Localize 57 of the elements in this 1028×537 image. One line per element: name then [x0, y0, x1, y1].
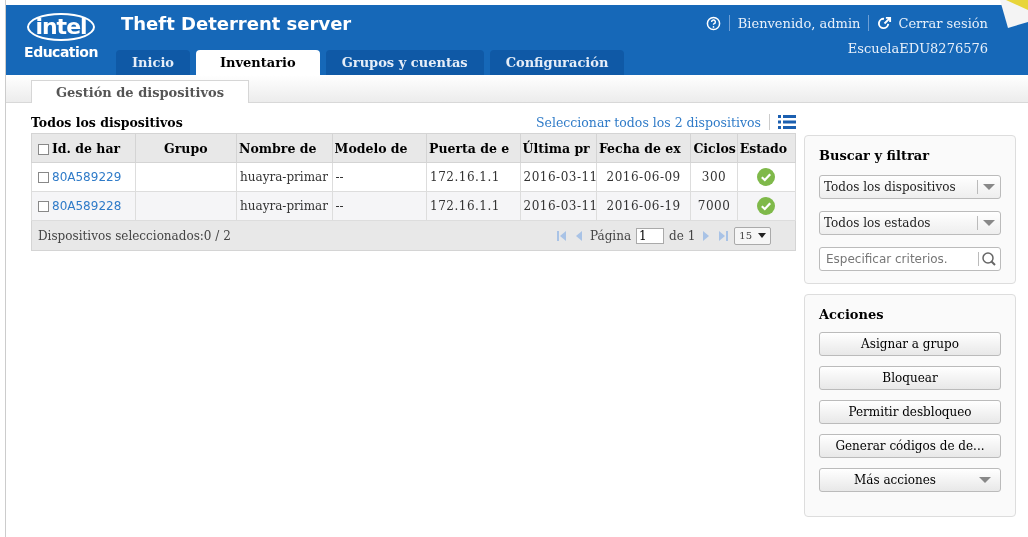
help-icon[interactable]	[705, 15, 721, 31]
table-cell: --	[335, 170, 344, 184]
table-cell: 172.16.1.1	[430, 170, 500, 184]
table-cell: 2016-03-11	[523, 170, 596, 184]
dropdown[interactable]: Todos los dispositivos	[819, 175, 1001, 199]
action-button[interactable]: Permitir desbloqueo	[819, 400, 1001, 424]
checkbox[interactable]	[38, 172, 49, 183]
page-total: de 1	[669, 228, 696, 243]
external-link-icon[interactable]	[877, 15, 893, 31]
nav-tab[interactable]: Inventario	[196, 50, 320, 75]
nav-tab[interactable]: Inicio	[116, 50, 190, 75]
corner-drawing	[1000, 0, 1028, 30]
table-cell: huayra-primar	[240, 170, 328, 184]
action-button[interactable]: Asignar a grupo	[819, 332, 1001, 356]
column-header: Id. de har	[52, 140, 121, 156]
logo-text: intel	[27, 13, 95, 41]
selection-count: Dispositivos seleccionados:0 / 2	[38, 228, 231, 243]
table-cell: 7000	[697, 199, 731, 213]
page-input[interactable]: 1	[636, 227, 665, 244]
table-cell: 2016-06-09	[606, 170, 681, 184]
page-size-select[interactable]: 15	[734, 226, 771, 245]
logout-link[interactable]: Cerrar sesión	[877, 15, 988, 31]
action-button[interactable]: Generar códigos de de...	[819, 434, 1001, 458]
column-header: Puerta de e	[429, 140, 510, 156]
nav-tab[interactable]: Configuración	[489, 50, 625, 75]
panel-title: Buscar y filtrar	[819, 148, 931, 163]
search-field[interactable]: Especificar criterios.	[819, 247, 1001, 271]
checkbox[interactable]	[38, 143, 49, 155]
page-label: Página	[589, 228, 632, 243]
school-name: EscuelaEDU8276576	[847, 41, 988, 56]
nav-tab[interactable]: Grupos y cuentas	[325, 50, 484, 75]
action-button[interactable]: Más acciones	[819, 468, 1001, 492]
table-cell: 2016-03-11	[523, 199, 596, 213]
select-all-link[interactable]: Seleccionar todos los 2 dispositivos	[536, 114, 761, 130]
section-title: Todos los dispositivos	[31, 114, 183, 130]
column-header: Nombre de	[239, 140, 317, 156]
column-header: Grupo	[164, 140, 208, 156]
table-cell: 2016-06-19	[606, 199, 681, 213]
table-cell: huayra-primar	[240, 199, 328, 213]
list-view-icon[interactable]	[778, 115, 796, 129]
welcome-text: Bienvenido, admin	[737, 15, 861, 31]
column-header: Ciclos	[693, 140, 736, 156]
column-header: Estado	[739, 140, 788, 156]
column-header: Última pr	[522, 140, 590, 156]
column-header: Modelo de	[334, 140, 408, 156]
table-cell: 300	[701, 170, 727, 184]
logo-subtitle: Education	[24, 44, 98, 60]
dropdown[interactable]: Todos los estados	[819, 211, 1001, 235]
table-cell: 172.16.1.1	[430, 199, 500, 213]
column-header: Fecha de ex	[598, 140, 681, 156]
app-title: Theft Deterrent server	[120, 12, 353, 36]
table-cell: --	[335, 199, 344, 213]
action-button[interactable]: Bloquear	[819, 366, 1001, 390]
caret-icon	[758, 233, 766, 238]
checkbox[interactable]	[38, 201, 49, 212]
panel-title: Acciones	[819, 307, 885, 322]
subnav-tab[interactable]: Gestión de dispositivos	[31, 80, 250, 103]
